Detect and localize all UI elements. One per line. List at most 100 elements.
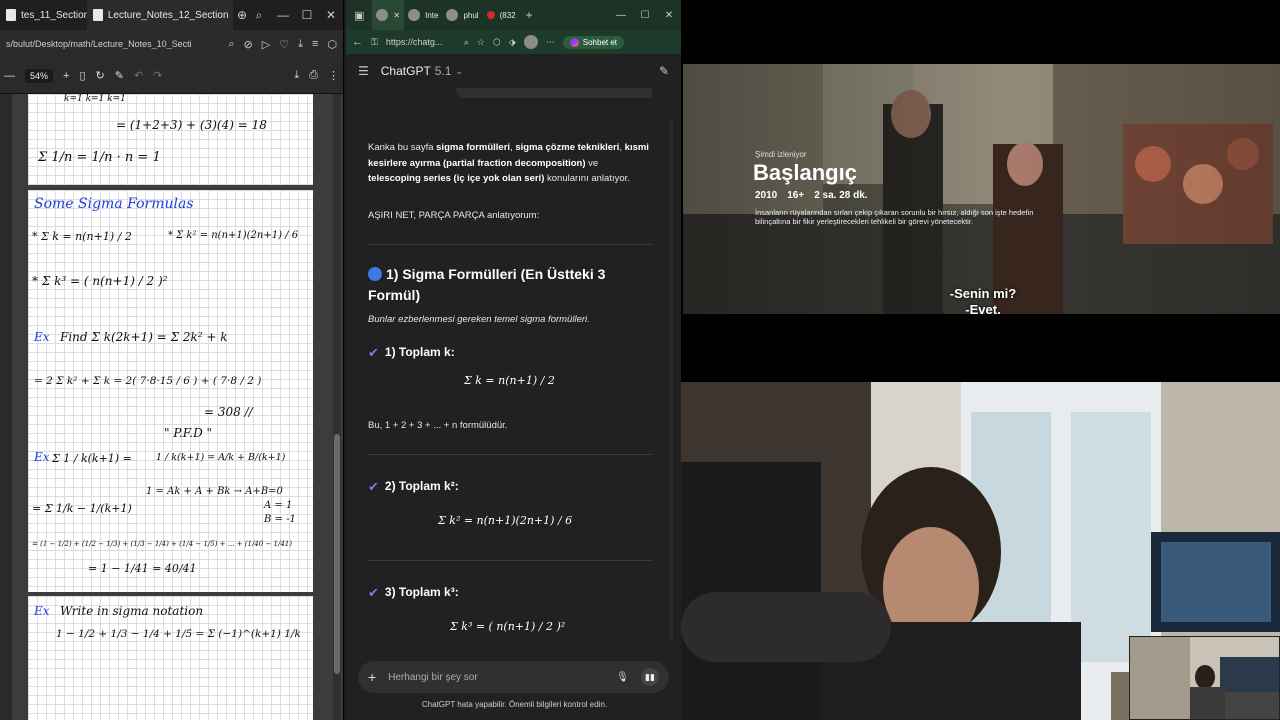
zoom-out-icon[interactable]: — xyxy=(4,70,15,82)
print-icon[interactable]: ⎙ xyxy=(309,69,318,82)
favorite-icon[interactable]: ☆ xyxy=(477,37,485,48)
draw-icon[interactable]: ✎ xyxy=(115,69,124,82)
blue-circle-icon xyxy=(368,267,382,281)
back-icon[interactable]: ← xyxy=(352,36,363,48)
note-line: * Σ k² = n(n+1)(2n+1) / 6 xyxy=(168,230,299,241)
movie-meta: 2010 16+ 2 sa. 28 dk. xyxy=(755,190,868,201)
url-field[interactable]: https://chatg... xyxy=(386,37,456,47)
url-field[interactable]: s/bulut/Desktop/math/Lecture_Notes_10_Se… xyxy=(6,39,220,49)
tab-lecture-notes-12[interactable]: Lecture_Notes_12_Section ✕ xyxy=(86,0,233,30)
zoom-icon[interactable]: ⌕ xyxy=(228,38,234,51)
close-icon[interactable]: ✕ xyxy=(319,8,343,23)
microphone-icon[interactable]: 🎙 xyxy=(616,672,629,683)
movie-description: İnsanların rüyalarından sırları çekip çı… xyxy=(755,208,1034,227)
save-icon[interactable]: ⤓ xyxy=(294,69,299,82)
bold-term: sigma çözme teknikleri xyxy=(515,142,620,153)
more-icon[interactable]: ⋮ xyxy=(328,69,339,82)
tab-youtube[interactable]: (832 xyxy=(483,0,520,30)
bold-term: sigma formülleri xyxy=(436,142,511,153)
chat-header: ☰ ChatGPT 5.1 ⌄ ✎ xyxy=(346,54,681,88)
note-line: Σ 1/n = 1/n · n = 1 xyxy=(38,150,161,165)
pdf-sidebar-strip xyxy=(0,94,12,720)
close-tab-icon[interactable]: ✕ xyxy=(393,11,400,20)
note-line: Write in sigma notation xyxy=(60,604,204,618)
sohbet-button[interactable]: Sohbet et xyxy=(562,35,625,49)
assistant-intro-2: AŞIRI NET, PARÇA PARÇA anlatıyorum: xyxy=(368,210,540,221)
youtube-icon xyxy=(486,11,495,19)
formula: Σ k² = n(n+1)(2n+1) / 6 xyxy=(438,514,573,527)
extension-icon[interactable]: ⬡ xyxy=(493,37,501,48)
collections-icon[interactable]: ⬗ xyxy=(509,37,516,48)
close-icon[interactable]: ✕ xyxy=(657,10,681,21)
tab-actions-icon[interactable]: ▣ xyxy=(346,9,372,22)
note-line: = 2 Σ k² + Σ k = 2( 7·8·15 / 6 ) + ( 7·8… xyxy=(34,375,262,387)
more-icon[interactable]: ⋯ xyxy=(546,37,555,48)
new-tab-icon[interactable]: ⊕ xyxy=(237,8,247,22)
tab-label: tes_11_Section xyxy=(21,9,87,21)
chat-input-box[interactable]: + Herhangi bir şey sor 🎙 ▮▮ xyxy=(358,661,669,693)
site-icon xyxy=(408,9,421,21)
new-chat-icon[interactable]: ✎ xyxy=(659,64,669,78)
formula: Σ k = n(n+1) / 2 xyxy=(464,374,555,387)
minimize-icon[interactable]: — xyxy=(271,8,295,23)
menu-icon[interactable]: ≡ xyxy=(312,38,318,51)
fit-page-icon[interactable]: ▯ xyxy=(79,69,85,82)
model-selector[interactable]: ChatGPT 5.1 ⌄ xyxy=(381,64,463,78)
window-controls: — ☐ ✕ xyxy=(609,10,681,21)
video-player[interactable]: Şimdi izleniyor Başlangıç 2010 16+ 2 sa.… xyxy=(683,64,1280,314)
search-icon[interactable]: ⌕ xyxy=(247,8,271,23)
chat-scrollbar[interactable] xyxy=(670,120,673,640)
voice-mode-icon[interactable]: ▮▮ xyxy=(641,668,659,686)
note-line: = 1 − 1/41 = 40/41 xyxy=(88,562,197,575)
extension-icon[interactable]: ⬡ xyxy=(327,38,337,51)
pdf-viewport[interactable]: k=1 k=1 k=1 = (1+2+3) + (3)(4) = 18 Σ 1/… xyxy=(0,94,343,720)
rotate-icon[interactable]: ↻ xyxy=(96,69,105,82)
read-aloud-icon[interactable]: ▷ xyxy=(262,38,270,51)
pdf-scrollbar[interactable] xyxy=(333,94,341,720)
copilot-icon xyxy=(569,37,579,47)
note-label: Ex xyxy=(34,450,50,464)
redo-icon[interactable]: ↷ xyxy=(153,69,162,82)
zoom-level[interactable]: 54% xyxy=(25,68,54,83)
tab-chatgpt[interactable]: ✕ xyxy=(372,0,405,30)
tab-inte[interactable]: Inte xyxy=(404,0,442,30)
note-line: 1 = Ak + A + Bk → A+B=0 xyxy=(146,486,283,497)
maximize-icon[interactable]: ☐ xyxy=(295,8,319,23)
check-icon: ✔ xyxy=(368,479,379,494)
maximize-icon[interactable]: ☐ xyxy=(633,10,657,21)
zoom-in-icon[interactable]: + xyxy=(63,70,69,82)
pdf-address-bar: s/bulut/Desktop/math/Lecture_Notes_10_Se… xyxy=(0,30,343,58)
pdf-file-icon xyxy=(6,9,16,21)
note-line: A = 1 xyxy=(264,500,293,511)
formula: Σ k³ = ( n(n+1) / 2 )² xyxy=(450,620,566,633)
chat-messages[interactable]: Kanka bu sayfa sigma formülleri, sigma ç… xyxy=(368,88,652,648)
add-icon[interactable]: + xyxy=(368,669,376,685)
minimize-icon[interactable]: — xyxy=(609,10,633,21)
pdf-scroll-thumb[interactable] xyxy=(334,434,340,674)
check-icon: ✔ xyxy=(368,345,379,360)
item-note: Bu, 1 + 2 + 3 + ... + n formülüdür. xyxy=(368,420,508,431)
favorite-icon[interactable]: ♡ xyxy=(279,38,289,51)
tab-label: Lecture_Notes_12_Section xyxy=(107,9,229,21)
movie-year: 2010 xyxy=(755,190,778,201)
profile-avatar[interactable] xyxy=(523,35,538,49)
chevron-down-icon: ⌄ xyxy=(455,65,464,76)
share-icon[interactable]: ⊘ xyxy=(244,38,253,51)
undo-icon[interactable]: ↶ xyxy=(134,69,143,82)
site-icon xyxy=(446,9,459,21)
note-line: = 308 // xyxy=(204,405,253,419)
note-label: Ex xyxy=(34,330,50,344)
tab-lecture-notes-11[interactable]: tes_11_Section xyxy=(0,0,87,30)
chat-input-placeholder[interactable]: Herhangi bir şey sor xyxy=(388,672,604,683)
download-icon[interactable]: ⤓ xyxy=(298,38,303,51)
new-tab-icon[interactable]: + xyxy=(520,8,539,22)
zoom-icon[interactable]: ⌕ xyxy=(464,37,469,48)
pdf-page: Ex Write in sigma notation 1 − 1/2 + 1/3… xyxy=(28,596,313,720)
section-subtitle: Bunlar ezberlenmesi gereken temel sigma … xyxy=(368,314,590,325)
section-title: 1) Sigma Formülleri (En Üstteki 3 Formül… xyxy=(368,264,652,306)
tab-phul[interactable]: phul xyxy=(442,0,482,30)
movie-rating: 16+ xyxy=(787,190,805,201)
note-line: k=1 k=1 k=1 xyxy=(64,94,126,104)
note-line: B = -1 xyxy=(264,514,296,525)
sidebar-toggle-icon[interactable]: ☰ xyxy=(358,64,369,78)
